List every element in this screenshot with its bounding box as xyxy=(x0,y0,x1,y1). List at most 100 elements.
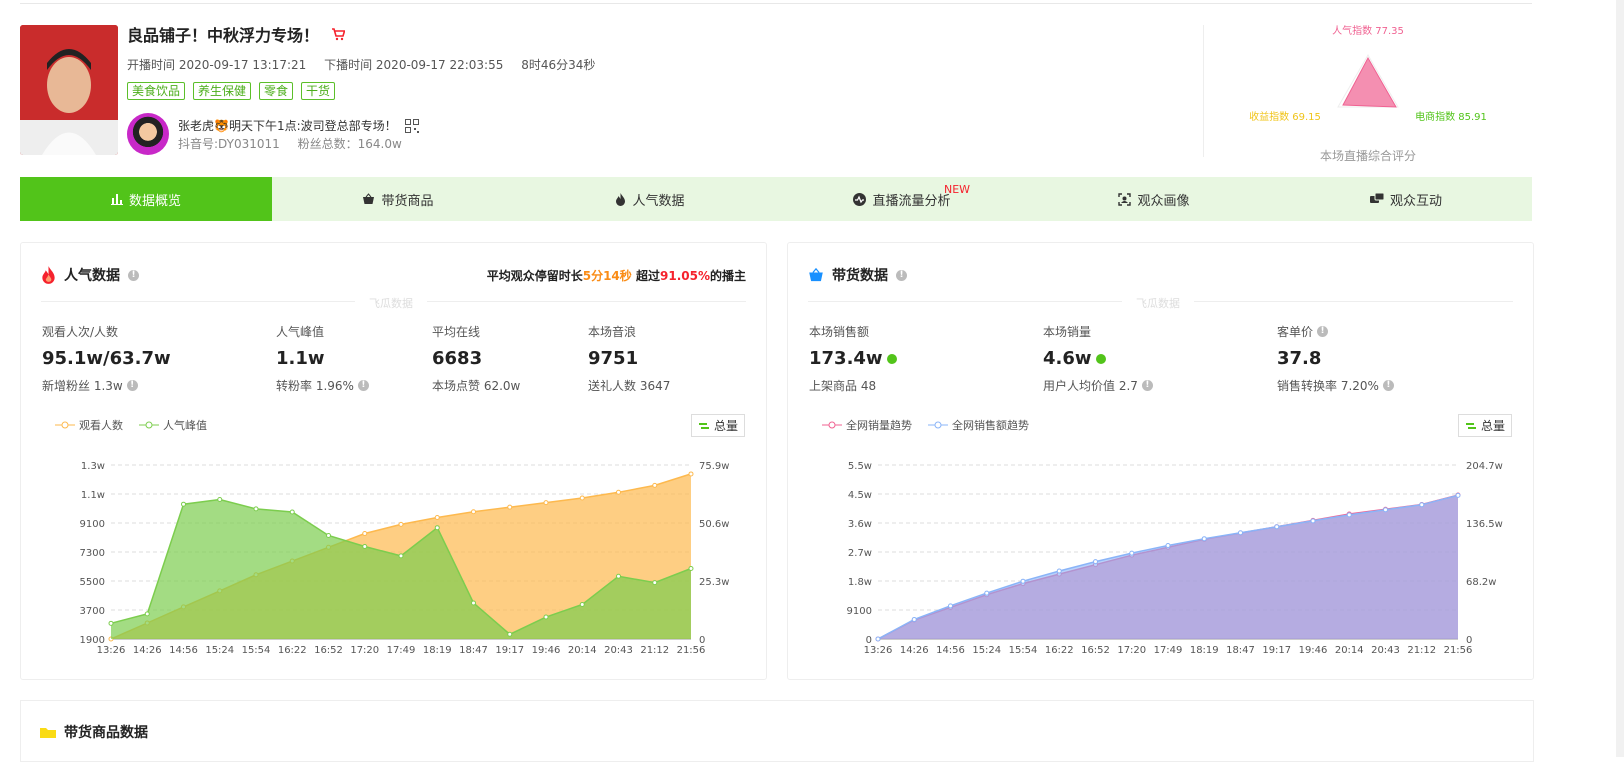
stat-label: 客单价 xyxy=(1277,325,1314,339)
y-tick-label-left: 1.1w xyxy=(81,490,105,501)
top-divider xyxy=(20,3,1532,4)
stat-sub: 用户人均价值 2.7 xyxy=(1043,379,1138,393)
x-tick-label: 13:26 xyxy=(97,645,126,656)
data-point xyxy=(1201,536,1207,542)
tag[interactable]: 干货 xyxy=(301,82,336,100)
info-icon[interactable]: ! xyxy=(128,269,139,281)
data-point xyxy=(1056,568,1062,574)
data-point xyxy=(108,620,114,626)
data-point xyxy=(1274,524,1280,530)
new-badge: NEW xyxy=(944,183,971,196)
douyin-id: 抖音号:DY031011 xyxy=(178,137,280,151)
stat-label: 本场销量 xyxy=(1043,325,1092,339)
anchor-name[interactable]: 张老虎🐯明天下午1点:波司登总部专场！ xyxy=(178,117,397,134)
legend-item[interactable]: 全网销售额趋势 xyxy=(928,417,1029,433)
basket-icon xyxy=(809,267,823,282)
next-section-title: 带货商品数据 xyxy=(40,722,148,742)
info-icon[interactable]: ! xyxy=(357,380,369,391)
category-tags: 美食饮品 养生保健 零食 干货 xyxy=(127,82,336,100)
tag[interactable]: 零食 xyxy=(259,82,294,100)
qr-code-icon[interactable] xyxy=(404,118,419,133)
scrollbar[interactable] xyxy=(1616,0,1624,757)
radar-caption: 本场直播综合评分 xyxy=(1320,149,1417,163)
stat-value: 95.1w/63.7w xyxy=(42,348,171,369)
x-tick-label: 15:24 xyxy=(972,645,1001,656)
data-point xyxy=(1346,512,1352,518)
next-section-panel xyxy=(20,700,1534,762)
cart-icon[interactable] xyxy=(331,27,346,41)
stat-value: 9751 xyxy=(588,348,639,369)
tag[interactable]: 养生保健 xyxy=(193,82,252,100)
data-point xyxy=(398,521,404,527)
y-tick-label-left: 5.5w xyxy=(848,461,872,472)
tab-label: 数据概览 xyxy=(128,193,181,209)
y-tick-label-left: 3.6w xyxy=(848,519,872,530)
data-point xyxy=(471,509,476,515)
x-tick-label: 15:54 xyxy=(1009,645,1038,656)
tab-products[interactable]: 带货商品 xyxy=(272,177,524,221)
total-label: 总量 xyxy=(1480,419,1505,433)
live-cover-image[interactable] xyxy=(20,25,118,155)
popularity-panel: 人气数据 ! 平均观众停留时长5分14秒 超过91.05%的播主 飞瓜数据 观看… xyxy=(20,242,767,680)
data-point xyxy=(181,501,186,507)
stay-prefix: 平均观众停留时长 xyxy=(486,269,583,283)
stat-sub: 上架商品 48 xyxy=(809,379,877,393)
tab-audience-profile[interactable]: 观众画像 xyxy=(1028,177,1280,221)
y-tick-label-right: 75.9w xyxy=(699,461,729,472)
tab-popularity[interactable]: 人气数据 xyxy=(524,177,776,221)
x-tick-label: 18:19 xyxy=(1190,645,1219,656)
stat-value: 6683 xyxy=(432,348,483,369)
stat-label: 观看人次/人数 xyxy=(42,325,119,339)
x-tick-label: 20:14 xyxy=(1335,645,1364,656)
info-icon[interactable]: ! xyxy=(896,269,907,281)
radar-label-income: 收益指数 69.15 xyxy=(1249,110,1321,123)
flame-icon xyxy=(616,192,626,206)
stat-value: 173.4w xyxy=(809,348,883,369)
legend-marker xyxy=(822,421,842,429)
total-toggle-button[interactable]: 总量 xyxy=(690,414,745,437)
stat-value: 1.1w xyxy=(276,348,325,369)
x-tick-label: 16:52 xyxy=(1081,645,1110,656)
data-point xyxy=(652,482,658,488)
toggle-icon xyxy=(698,422,709,429)
x-tick-label: 21:56 xyxy=(1444,645,1473,656)
x-tick-label: 20:43 xyxy=(604,645,633,656)
info-icon[interactable]: ! xyxy=(1141,380,1153,391)
x-tick-label: 18:47 xyxy=(1226,645,1255,656)
legend-item[interactable]: 观看人数 xyxy=(55,417,123,433)
info-icon[interactable]: ! xyxy=(126,380,138,391)
stat-sub: 新增粉丝 1.3w xyxy=(42,379,123,393)
info-icon[interactable]: ! xyxy=(1382,380,1394,391)
total-toggle-button[interactable]: 总量 xyxy=(1457,414,1512,437)
legend-item[interactable]: 人气峰值 xyxy=(139,417,207,433)
x-tick-label: 15:54 xyxy=(242,645,271,656)
anchor-avatar[interactable] xyxy=(127,113,169,155)
radar-label-popularity: 人气指数 77.35 xyxy=(1332,24,1404,37)
tab-label: 带货商品 xyxy=(381,193,434,209)
x-tick-label: 14:56 xyxy=(169,645,198,656)
data-point xyxy=(1020,578,1026,584)
x-tick-label: 15:24 xyxy=(205,645,234,656)
data-point xyxy=(1165,542,1171,548)
y-tick-label-right: 68.2w xyxy=(1466,577,1496,588)
x-tick-label: 20:14 xyxy=(568,645,597,656)
x-tick-label: 19:46 xyxy=(532,645,561,656)
tag[interactable]: 美食饮品 xyxy=(127,82,186,100)
legend-label: 人气峰值 xyxy=(163,419,207,432)
tab-label: 人气数据 xyxy=(632,193,685,209)
tab-label: 直播流量分析 xyxy=(872,193,951,209)
y-tick-label-left: 7300 xyxy=(80,548,105,559)
info-icon[interactable]: ! xyxy=(1317,326,1329,337)
chart-legend: 观看人数 人气峰值 xyxy=(55,417,207,433)
tab-traffic-analysis[interactable]: 直播流量分析 NEW xyxy=(776,177,1028,221)
series-area xyxy=(878,495,1458,639)
legend-marker xyxy=(55,421,75,429)
data-point xyxy=(217,496,223,502)
data-point xyxy=(1383,507,1388,513)
stat-label: 平均在线 xyxy=(432,325,481,339)
tab-overview[interactable]: 数据概览 xyxy=(20,177,272,221)
legend-label: 全网销量趋势 xyxy=(846,419,912,432)
x-tick-label: 17:20 xyxy=(350,645,379,656)
legend-item[interactable]: 全网销量趋势 xyxy=(822,417,912,433)
tab-audience-interaction[interactable]: 观众互动 xyxy=(1280,177,1532,221)
